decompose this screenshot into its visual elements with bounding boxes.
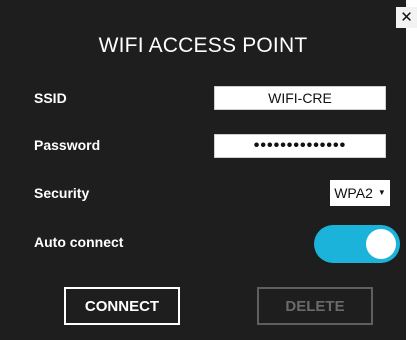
delete-button[interactable]: DELETE [257,287,373,325]
auto-connect-label: Auto connect [34,234,124,250]
wifi-access-point-dialog: ✕ WIFI ACCESS POINT SSID WIFI-CRE Passwo… [0,0,417,340]
ssid-value: WIFI-CRE [268,90,332,106]
chevron-down-icon: ▼ [377,188,386,197]
ssid-label: SSID [34,90,67,106]
auto-connect-toggle[interactable] [314,225,400,263]
close-icon: ✕ [400,9,413,26]
password-input[interactable]: •••••••••••••• [214,134,386,158]
close-button[interactable]: ✕ [396,7,417,28]
connect-button-label: CONNECT [84,297,160,315]
security-select[interactable]: WPA2 ▼ [330,180,390,206]
password-label: Password [34,137,101,153]
password-value: •••••••••••••• [253,137,347,154]
toggle-knob [366,229,396,259]
dialog-title: WIFI ACCESS POINT [98,34,308,57]
delete-button-label: DELETE [285,297,345,315]
connect-button[interactable]: CONNECT [64,287,180,325]
security-selected-value: WPA2 [334,185,373,201]
security-label: Security [34,185,90,201]
ssid-input[interactable]: WIFI-CRE [214,86,386,110]
